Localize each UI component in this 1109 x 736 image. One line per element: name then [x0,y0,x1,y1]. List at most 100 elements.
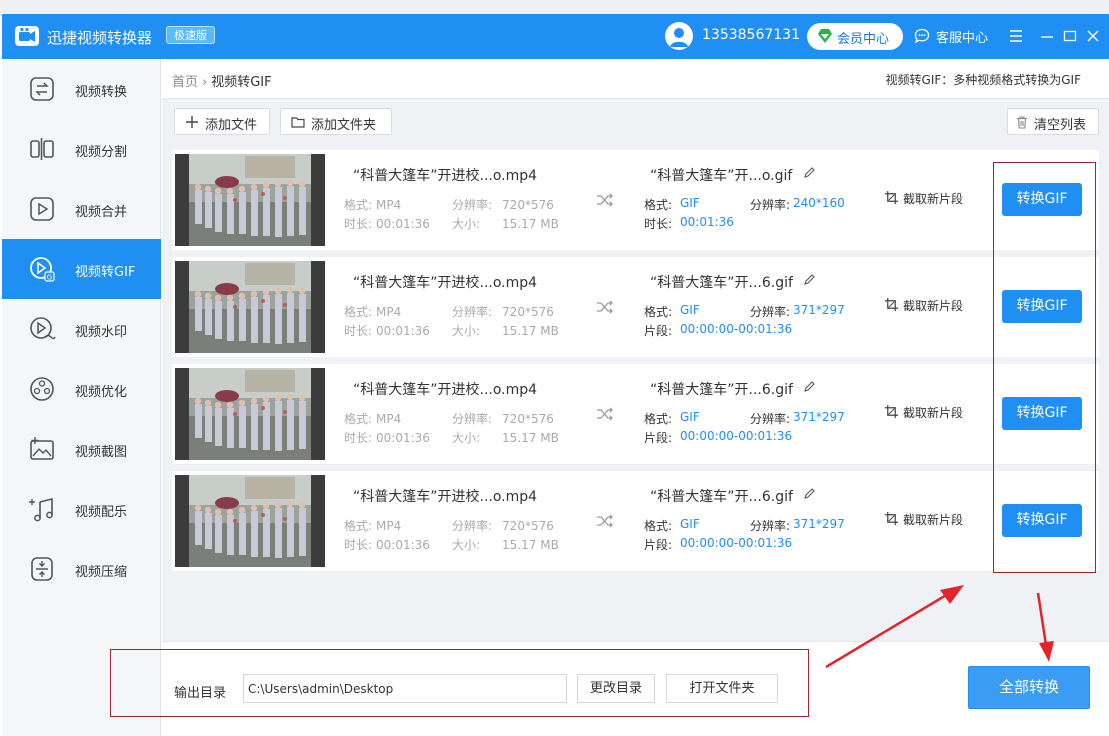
output-dir-input[interactable] [243,674,567,703]
video-watermark-icon [30,317,56,340]
video-compress-icon [31,557,53,581]
sidebar-item-video-screenshot[interactable]: 视频截图 [2,419,161,479]
resolution-value: 720*576 [502,305,554,319]
clip-segment-button[interactable]: 截取新片段 [884,190,963,207]
convert-gif-button[interactable]: 转换GIF [1002,290,1082,323]
sidebar-item-video-convert[interactable]: 视频转换 [2,59,161,119]
source-format: 格式: MP4 [344,517,401,534]
open-folder-button[interactable]: 打开文件夹 [666,674,778,703]
size-value: 15.17 MB [502,538,559,552]
format-label: 格式: [644,412,673,426]
output-time-value-wrap: 00:00:00-00:01:36 [680,536,792,550]
pencil-icon[interactable] [802,273,816,287]
convert-all-button[interactable]: 全部转换 [968,666,1090,709]
format-label: 格式: [344,198,373,212]
output-format: 格式: [644,303,672,320]
page-description: 视频转GIF：多种视频格式转换为GIF [885,73,1081,87]
file-row: “科普大篷车”开进校...o.mp4 格式: MP4 分辨率: 720*576 时长… [172,471,1099,571]
source-resolution: 分辨率: 720*576 [452,196,554,213]
app-window: 迅捷视频转换器 极速版 13538567131 会员中心 客服中心 视频转换 视… [2,14,1109,736]
convert-gif-button[interactable]: 转换GIF [1002,504,1082,537]
time-value: 00:00:00-00:01:36 [680,322,793,336]
clip-segment-button[interactable]: 截取新片段 [884,404,963,421]
resolution-value: 371*297 [793,303,845,317]
clear-list-button[interactable]: 清空列表 [1007,108,1099,135]
output-time-value-wrap: 00:01:36 [680,215,734,229]
video-thumbnail-image [175,261,325,353]
format-value: MP4 [376,519,402,533]
format-value: MP4 [376,198,402,212]
add-file-button[interactable]: 添加文件 [174,108,270,135]
output-resolution: 分辨率: [750,196,790,213]
crop-icon [884,404,899,419]
resolution-label: 分辨率: [750,519,791,533]
customer-service-button[interactable]: 客服中心 [914,27,988,46]
video-thumbnail-image [175,154,325,246]
main-panel: 首页 › 视频转GIF 视频转GIF：多种视频格式转换为GIF 添加文件 添加文件夹… [162,59,1109,736]
diamond-icon [818,29,832,43]
format-label: 格式: [344,412,373,426]
format-label: 格式: [644,198,673,212]
user-avatar[interactable] [665,22,693,50]
convert-gif-button[interactable]: 转换GIF [1002,397,1082,430]
size-label: 大小: [452,324,481,338]
sidebar-item-label: 视频水印 [75,325,128,340]
add-folder-button[interactable]: 添加文件夹 [280,108,392,135]
output-resolution-value-wrap: 371*297 [793,410,845,424]
add-file-label: 添加文件 [205,118,258,133]
svg-text:G: G [47,274,52,282]
sidebar-item-video-split[interactable]: 视频分割 [2,119,161,179]
chat-bubble-icon [914,28,930,44]
edition-badge: 极速版 [166,26,215,44]
shuffle-arrow-icon [597,300,613,314]
app-logo-icon [15,26,39,46]
sidebar: 视频转换 视频分割 视频合并 G 视频转GIF 视频水印 视频优化 视频截图 视… [2,59,161,736]
sidebar-item-video-to-gif[interactable]: G 视频转GIF [2,239,161,299]
convert-gif-button[interactable]: 转换GIF [1002,183,1082,216]
vip-center-label: 会员中心 [837,32,890,47]
sidebar-item-video-watermark[interactable]: 视频水印 [2,299,161,359]
time-label: 片段: [644,538,673,552]
sidebar-item-video-compress[interactable]: 视频压缩 [2,539,161,599]
sidebar-item-video-merge[interactable]: 视频合并 [2,179,161,239]
format-value: GIF [680,410,700,424]
video-thumbnail [175,475,325,567]
size-value: 15.17 MB [502,431,559,445]
output-resolution-value-wrap: 240*160 [793,196,845,210]
resolution-label: 分辨率: [750,412,791,426]
pencil-icon[interactable] [802,487,816,501]
source-size: 大小: 15.17 MB [452,429,559,446]
clip-segment-label: 截取新片段 [903,192,964,206]
source-size: 大小: 15.17 MB [452,215,559,232]
sidebar-item-video-optimize[interactable]: 视频优化 [2,359,161,419]
close-icon[interactable] [1084,26,1102,46]
vip-center-button[interactable]: 会员中心 [807,23,903,50]
video-thumbnail [175,368,325,460]
clear-list-label: 清空列表 [1034,118,1087,133]
maximize-icon[interactable] [1061,26,1079,46]
user-phone[interactable]: 13538567131 [702,27,800,43]
menu-icon[interactable] [1007,26,1025,46]
breadcrumb: 首页 › 视频转GIF [172,71,272,90]
time-value: 00:01:36 [680,215,734,229]
output-format-value-wrap: GIF [680,303,700,317]
output-time: 片段: [644,429,672,446]
duration-label: 时长: [344,324,373,338]
pencil-icon[interactable] [802,380,816,394]
resolution-label: 分辨率: [750,198,791,212]
clip-segment-button[interactable]: 截取新片段 [884,511,963,528]
clip-segment-button[interactable]: 截取新片段 [884,297,963,314]
source-resolution: 分辨率: 720*576 [452,517,554,534]
sidebar-item-video-music[interactable]: 视频配乐 [2,479,161,539]
app-title: 迅捷视频转换器 [47,29,153,47]
output-format-value-wrap: GIF [680,196,700,210]
source-file-name: “科普大篷车”开进校...o.mp4 [353,382,538,398]
clip-segment-label: 截取新片段 [903,406,964,420]
change-dir-button[interactable]: 更改目录 [577,674,655,703]
output-time-value-wrap: 00:00:00-00:01:36 [680,322,792,336]
format-value: GIF [680,196,700,210]
format-value: GIF [680,517,700,531]
minimize-icon[interactable] [1038,26,1056,46]
breadcrumb-home[interactable]: 首页 [172,75,198,90]
pencil-icon[interactable] [802,166,816,180]
